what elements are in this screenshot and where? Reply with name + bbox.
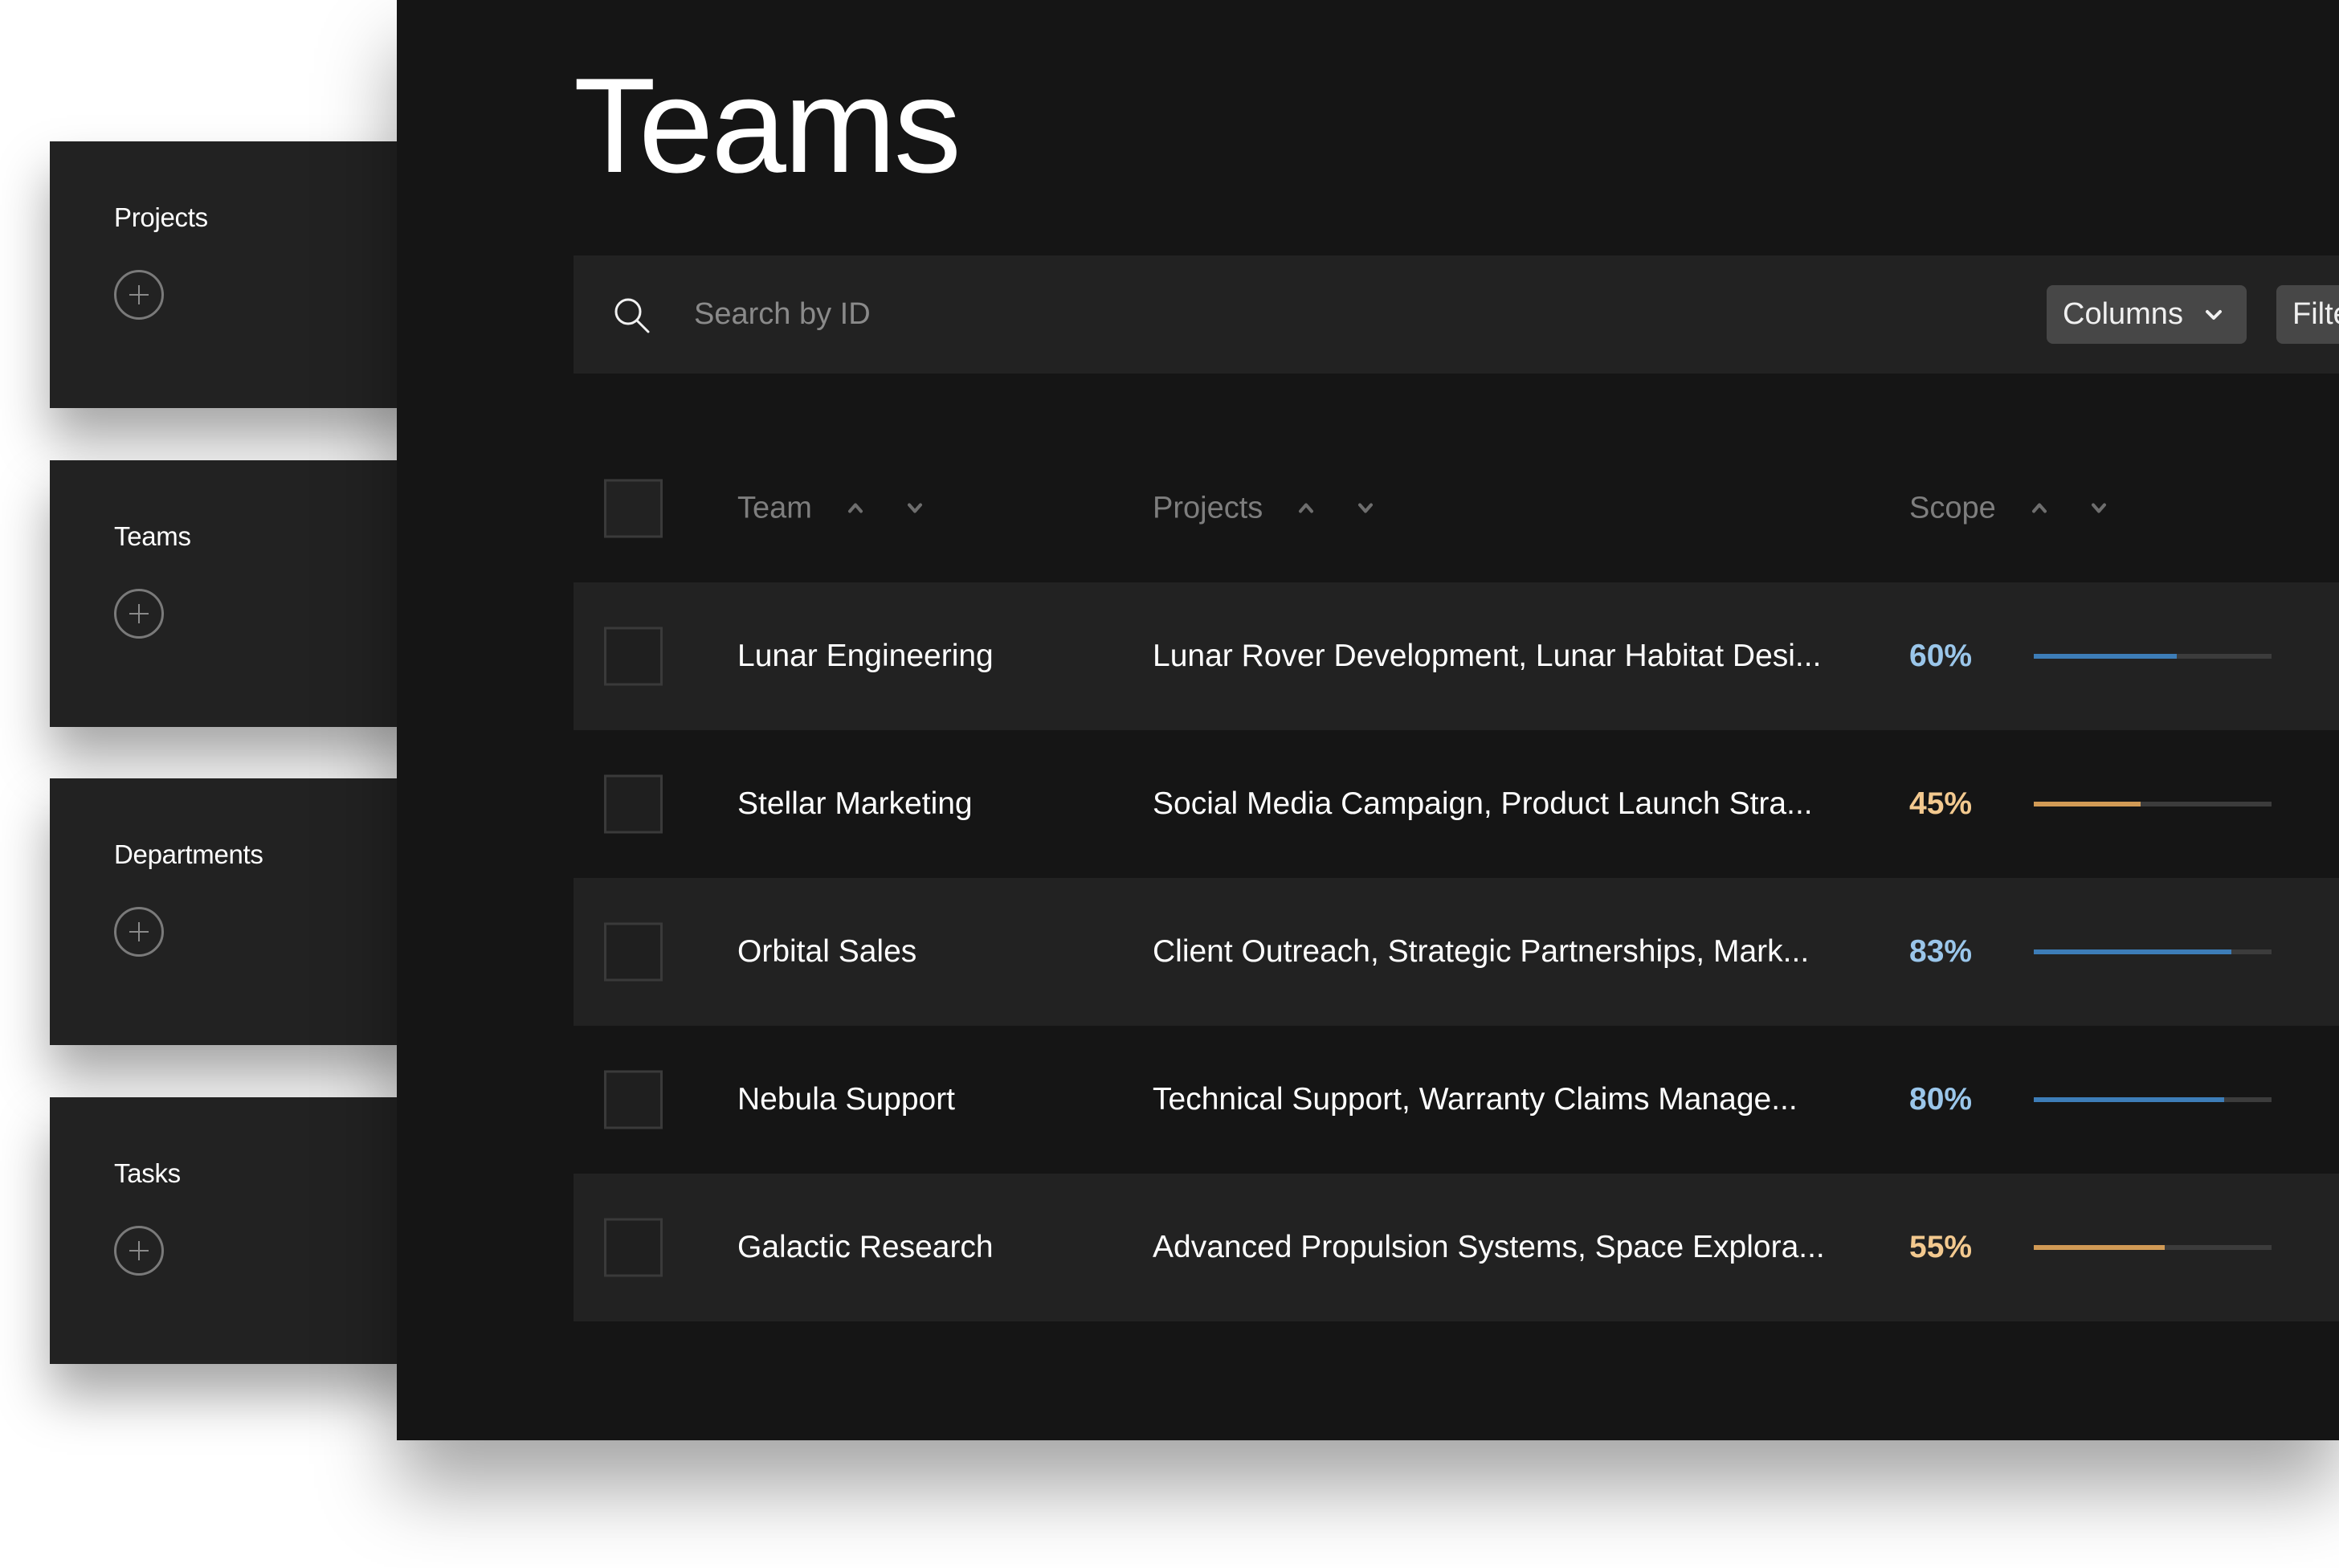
sidebar-card-label: Tasks xyxy=(114,1158,181,1188)
table-row[interactable]: Galactic Research Advanced Propulsion Sy… xyxy=(574,1174,2339,1321)
team-projects: Social Media Campaign, Product Launch St… xyxy=(1153,786,1813,821)
scope-progress-bar xyxy=(2034,654,2272,659)
plus-circle-icon[interactable] xyxy=(114,589,164,639)
plus-circle-icon[interactable] xyxy=(114,1226,164,1276)
teams-table: Team Projects Scope Lunar Engineering Lu… xyxy=(574,434,2339,1321)
scope-percent: 45% xyxy=(1909,786,1973,821)
scope-progress-bar xyxy=(2034,1245,2272,1250)
team-name: Nebula Support xyxy=(737,1082,956,1117)
scope-progress-fill xyxy=(2034,654,2177,659)
sidebar-card-tasks[interactable]: Tasks xyxy=(50,1097,427,1364)
team-projects: Technical Support, Warranty Claims Manag… xyxy=(1153,1082,1798,1117)
select-all-checkbox[interactable] xyxy=(604,479,663,537)
table-row[interactable]: Nebula Support Technical Support, Warran… xyxy=(574,1026,2339,1174)
columns-button-label: Columns xyxy=(2063,297,2183,331)
scope-progress-fill xyxy=(2034,1097,2224,1102)
row-checkbox[interactable] xyxy=(604,1218,663,1277)
search-icon xyxy=(614,298,650,333)
columns-button[interactable]: Columns xyxy=(2047,285,2247,344)
sort-descending-icon[interactable] xyxy=(2089,499,2108,518)
plus-circle-icon[interactable] xyxy=(114,270,164,320)
scope-progress-bar xyxy=(2034,1097,2272,1102)
scope-progress-fill xyxy=(2034,949,2231,954)
column-header-label: Team xyxy=(737,491,812,525)
team-projects: Client Outreach, Strategic Partnerships,… xyxy=(1153,934,1810,969)
sort-ascending-icon[interactable] xyxy=(846,499,865,518)
sort-ascending-icon[interactable] xyxy=(2030,499,2049,518)
scope-percent: 60% xyxy=(1909,639,1973,673)
column-header-projects[interactable]: Projects xyxy=(1153,491,1375,525)
sidebar-card-projects[interactable]: Projects xyxy=(50,141,427,408)
scope-percent: 55% xyxy=(1909,1230,1973,1264)
sort-descending-icon[interactable] xyxy=(1356,499,1375,518)
page-title: Teams xyxy=(574,50,961,201)
row-checkbox[interactable] xyxy=(604,922,663,982)
team-name: Galactic Research xyxy=(737,1230,994,1264)
sort-descending-icon[interactable] xyxy=(905,499,925,518)
scope-progress-bar xyxy=(2034,949,2272,954)
sidebar-card-label: Departments xyxy=(114,839,263,869)
scope-percent: 80% xyxy=(1909,1082,1973,1117)
table-row[interactable]: Lunar Engineering Lunar Rover Developmen… xyxy=(574,582,2339,730)
table-row[interactable]: Stellar Marketing Social Media Campaign,… xyxy=(574,730,2339,878)
column-header-team[interactable]: Team xyxy=(737,491,925,525)
scope-progress-fill xyxy=(2034,802,2141,806)
team-projects: Advanced Propulsion Systems, Space Explo… xyxy=(1153,1230,1825,1264)
chevron-down-icon xyxy=(2205,309,2222,320)
column-header-label: Projects xyxy=(1153,491,1263,525)
main-panel: Teams Columns Filter Team xyxy=(397,0,2339,1440)
row-checkbox[interactable] xyxy=(604,774,663,834)
sidebar-card-label: Teams xyxy=(114,521,191,551)
team-name: Stellar Marketing xyxy=(737,786,973,821)
row-checkbox[interactable] xyxy=(604,1070,663,1129)
sidebar-card-departments[interactable]: Departments xyxy=(50,778,427,1045)
scope-progress-fill xyxy=(2034,1245,2165,1250)
plus-circle-icon[interactable] xyxy=(114,907,164,957)
table-row[interactable]: Orbital Sales Client Outreach, Strategic… xyxy=(574,878,2339,1026)
sort-ascending-icon[interactable] xyxy=(1296,499,1316,518)
team-name: Orbital Sales xyxy=(737,934,917,969)
scope-percent: 83% xyxy=(1909,934,1973,969)
filter-button[interactable]: Filter xyxy=(2276,285,2339,344)
sidebar-card-label: Projects xyxy=(114,202,208,232)
column-header-scope[interactable]: Scope xyxy=(1909,491,2108,525)
sidebar-card-teams[interactable]: Teams xyxy=(50,460,427,727)
stage: Projects Teams Departments Tasks Teams C… xyxy=(0,0,2339,1568)
team-projects: Lunar Rover Development, Lunar Habitat D… xyxy=(1153,639,1822,673)
search-input[interactable] xyxy=(694,286,1417,342)
search-bar: Columns Filter xyxy=(574,255,2339,374)
row-checkbox[interactable] xyxy=(604,627,663,686)
scope-progress-bar xyxy=(2034,802,2272,806)
filter-button-label: Filter xyxy=(2292,297,2339,331)
team-name: Lunar Engineering xyxy=(737,639,994,673)
column-header-label: Scope xyxy=(1909,491,1996,525)
table-header: Team Projects Scope xyxy=(574,434,2339,582)
